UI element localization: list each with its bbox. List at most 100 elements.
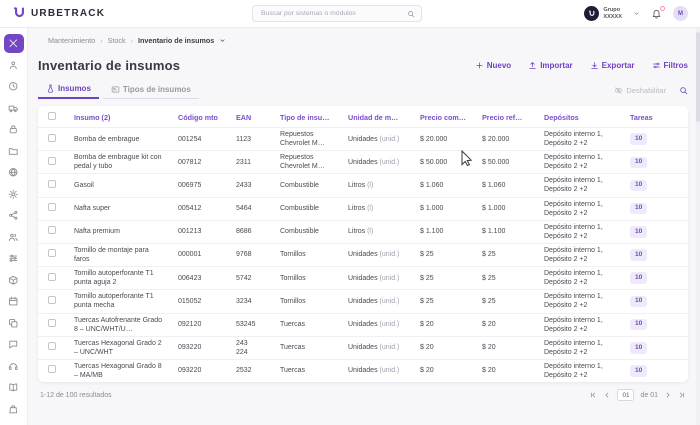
column-header[interactable]: Tipo de insu… bbox=[274, 106, 342, 128]
sidebar-item-copy[interactable] bbox=[4, 314, 24, 333]
tareas-badge[interactable]: 10 bbox=[630, 365, 647, 377]
row-checkbox[interactable] bbox=[48, 342, 56, 350]
importar-button[interactable]: Importar bbox=[528, 61, 572, 70]
column-header[interactable]: EAN bbox=[230, 106, 274, 128]
tareas-badge[interactable]: 10 bbox=[630, 296, 647, 308]
row-checkbox[interactable] bbox=[48, 134, 56, 142]
user-avatar[interactable]: M bbox=[673, 6, 688, 21]
sidebar-item-clock[interactable] bbox=[4, 77, 24, 96]
folder-icon bbox=[8, 146, 19, 157]
cell-precio-ref: $ 50.000 bbox=[476, 151, 538, 174]
table-row[interactable]: Bomba de embrague kit con pedal y tubo 0… bbox=[38, 151, 688, 174]
table-row[interactable]: Gasoil 006975 2433 Combustible Litros (l… bbox=[38, 174, 688, 197]
row-checkbox[interactable] bbox=[48, 249, 56, 257]
sidebar-item-headset[interactable] bbox=[4, 357, 24, 376]
row-checkbox[interactable] bbox=[48, 319, 56, 327]
tab-tipos-de-insumos[interactable]: Tipos de insumos bbox=[103, 82, 199, 99]
column-header[interactable]: Unidad de m… bbox=[342, 106, 414, 128]
tab-insumos[interactable]: Insumos bbox=[38, 82, 99, 99]
tareas-badge[interactable]: 10 bbox=[630, 342, 647, 354]
column-header[interactable]: Tareas bbox=[624, 106, 688, 128]
next-page-button[interactable] bbox=[664, 391, 672, 399]
select-all-cell bbox=[38, 106, 68, 128]
cell-unidad: Unidades (unid.) bbox=[342, 151, 414, 174]
row-checkbox[interactable] bbox=[48, 296, 56, 304]
tareas-badge[interactable]: 10 bbox=[630, 272, 647, 284]
tareas-badge[interactable]: 10 bbox=[630, 203, 647, 215]
exportar-button[interactable]: Exportar bbox=[590, 61, 635, 70]
share-icon bbox=[8, 210, 19, 221]
nuevo-button[interactable]: Nuevo bbox=[475, 61, 511, 70]
row-checkbox[interactable] bbox=[48, 157, 56, 165]
table-row[interactable]: Tornillo autoperforante T1 punta mecha 0… bbox=[38, 290, 688, 313]
sidebar-item-calendar[interactable] bbox=[4, 292, 24, 311]
sidebar bbox=[0, 28, 28, 425]
last-page-button[interactable] bbox=[678, 391, 686, 399]
sidebar-item-book[interactable] bbox=[4, 378, 24, 397]
table-row[interactable]: Tornillo de montaje para faros 000001 97… bbox=[38, 243, 688, 266]
row-checkbox[interactable] bbox=[48, 180, 56, 188]
row-checkbox[interactable] bbox=[48, 226, 56, 234]
prev-page-button[interactable] bbox=[603, 391, 611, 399]
upload-icon bbox=[528, 61, 537, 70]
column-header[interactable]: Precio ref… bbox=[476, 106, 538, 128]
tareas-badge[interactable]: 10 bbox=[630, 249, 647, 261]
gear-icon bbox=[8, 189, 19, 200]
page-actions: Nuevo Importar Exportar Filtros bbox=[475, 61, 688, 70]
column-header[interactable]: Precio com… bbox=[414, 106, 476, 128]
table-row[interactable]: Nafta premium 001213 8686 Combustible Li… bbox=[38, 220, 688, 243]
notifications-button[interactable] bbox=[651, 8, 662, 19]
logo[interactable]: URBETRACK bbox=[12, 6, 105, 21]
page-number-input[interactable] bbox=[617, 389, 634, 401]
table-row[interactable]: Bomba de embrague 001254 1123 Repuestos … bbox=[38, 128, 688, 151]
sidebar-item-sliders[interactable] bbox=[4, 249, 24, 268]
sidebar-item-users[interactable] bbox=[4, 228, 24, 247]
sidebar-item-tools[interactable] bbox=[4, 34, 24, 53]
sidebar-item-share[interactable] bbox=[4, 206, 24, 225]
global-search-input[interactable] bbox=[259, 9, 407, 18]
scrollbar[interactable] bbox=[696, 28, 700, 425]
sidebar-item-lock[interactable] bbox=[4, 120, 24, 139]
cell-insumo: Nafta premium bbox=[68, 220, 172, 243]
sidebar-item-bag[interactable] bbox=[4, 400, 24, 419]
group-selector[interactable]: Grupo XXXXX bbox=[584, 6, 640, 21]
row-checkbox[interactable] bbox=[48, 203, 56, 211]
sidebar-item-globe[interactable] bbox=[4, 163, 24, 182]
sidebar-item-box[interactable] bbox=[4, 271, 24, 290]
truck-icon bbox=[8, 103, 19, 114]
cell-insumo: Gasoil bbox=[68, 174, 172, 197]
sidebar-item-chat[interactable] bbox=[4, 335, 24, 354]
breadcrumb-item[interactable]: Mantenimiento bbox=[48, 36, 95, 45]
filtros-button[interactable]: Filtros bbox=[652, 61, 688, 70]
column-header[interactable]: Insumo (2) bbox=[68, 106, 172, 128]
breadcrumb-separator: › bbox=[131, 36, 133, 45]
first-page-button[interactable] bbox=[589, 391, 597, 399]
row-checkbox[interactable] bbox=[48, 273, 56, 281]
tareas-badge[interactable]: 10 bbox=[630, 133, 647, 145]
urbetrack-logo-icon bbox=[12, 6, 27, 21]
cell-ean: 2311 bbox=[230, 151, 274, 174]
breadcrumb-item[interactable]: Inventario de insumos bbox=[138, 36, 214, 45]
sidebar-item-gear[interactable] bbox=[4, 185, 24, 204]
sidebar-item-truck[interactable] bbox=[4, 99, 24, 118]
tareas-badge[interactable]: 10 bbox=[630, 180, 647, 192]
table-row[interactable]: Tuercas Hexagonal Grado 2 – UNC/WHT 0932… bbox=[38, 336, 688, 359]
sidebar-item-user[interactable] bbox=[4, 56, 24, 75]
scrollbar-thumb[interactable] bbox=[696, 32, 700, 122]
tareas-badge[interactable]: 10 bbox=[630, 319, 647, 331]
tareas-badge[interactable]: 10 bbox=[630, 157, 647, 169]
table-row[interactable]: Nafta super 005412 5464 Combustible Litr… bbox=[38, 197, 688, 220]
column-header[interactable]: Depósitos bbox=[538, 106, 624, 128]
sidebar-item-folder[interactable] bbox=[4, 142, 24, 161]
table-row[interactable]: Tuercas Autofrenante Grado 8 – UNC/WHT/U… bbox=[38, 313, 688, 336]
column-header[interactable]: Código mto bbox=[172, 106, 230, 128]
tareas-badge[interactable]: 10 bbox=[630, 226, 647, 238]
row-checkbox[interactable] bbox=[48, 365, 56, 373]
disable-button[interactable]: Deshabilitar bbox=[614, 86, 666, 95]
table-search-button[interactable] bbox=[679, 86, 688, 95]
table-row[interactable]: Tuercas Hexagonal Grado 8 – MA/MB 093220… bbox=[38, 359, 688, 382]
breadcrumb-item[interactable]: Stock bbox=[108, 36, 126, 45]
table-row[interactable]: Tornillo autoperforante T1 punta aguja 2… bbox=[38, 267, 688, 290]
cell-unidad: Unidades (unid.) bbox=[342, 243, 414, 266]
select-all-checkbox[interactable] bbox=[48, 112, 56, 120]
